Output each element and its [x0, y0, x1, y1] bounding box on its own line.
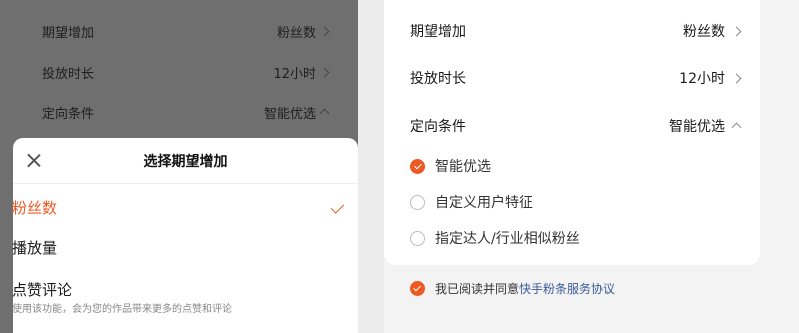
- row-label: 投放时长: [410, 71, 466, 87]
- chevron-right-icon: [731, 73, 742, 83]
- bg-row-label: 定向条件: [42, 106, 95, 122]
- bg-row-label: 投放时长: [42, 66, 95, 82]
- bg-row-targeting[interactable]: 定向条件 智能优选: [0, 92, 358, 132]
- radio-unchecked-icon: [410, 230, 425, 246]
- agreement-row[interactable]: 我已阅读并同意快手粉条服务协议: [410, 280, 615, 297]
- radio-similar[interactable]: 指定达人/行业相似粉丝: [410, 228, 580, 248]
- option-likes-comments[interactable]: 点赞评论: [12, 279, 72, 300]
- right-panel: 期望增加 粉丝数 投放时长 12小时 定向条件 智能优选 智能优选 自定义用户特…: [384, 0, 799, 333]
- agreement-checkbox-icon[interactable]: [410, 281, 425, 296]
- row-label: 期望增加: [410, 24, 466, 40]
- row-duration[interactable]: 投放时长 12小时: [410, 68, 742, 88]
- chevron-up-icon: [731, 122, 742, 133]
- chevron-up-icon: [319, 108, 330, 119]
- radio-smart[interactable]: 智能优选: [410, 156, 491, 176]
- bg-row-expect[interactable]: 期望增加 粉丝数: [0, 11, 358, 51]
- left-panel: 期望增加 粉丝数 投放时长 12小时 定向条件 智能优选 选择期望增加 粉丝数 …: [0, 0, 358, 333]
- radio-checked-icon: [410, 158, 425, 174]
- radio-custom[interactable]: 自定义用户特征: [410, 192, 533, 212]
- sheet-header: 选择期望增加: [13, 138, 358, 184]
- chevron-right-icon: [731, 26, 742, 36]
- row-expect[interactable]: 期望增加 粉丝数: [410, 21, 742, 41]
- row-label: 定向条件: [410, 119, 466, 135]
- row-targeting[interactable]: 定向条件 智能优选: [410, 116, 742, 136]
- agreement-text: 我已阅读并同意: [435, 282, 520, 296]
- option-fans[interactable]: 粉丝数: [12, 197, 57, 218]
- settings-card: 期望增加 粉丝数 投放时长 12小时 定向条件 智能优选 智能优选 自定义用户特…: [384, 0, 760, 265]
- option-plays[interactable]: 播放量: [12, 237, 57, 258]
- radio-unchecked-icon: [410, 194, 425, 210]
- bg-row-value: 智能优选: [263, 106, 316, 122]
- bg-row-duration[interactable]: 投放时长 12小时: [0, 52, 358, 92]
- chevron-right-icon: [319, 26, 330, 36]
- radio-label: 自定义用户特征: [435, 195, 533, 211]
- bg-row-value: 粉丝数: [276, 25, 316, 41]
- row-value: 智能优选: [669, 119, 725, 135]
- bg-row-value: 12小时: [273, 66, 316, 82]
- radio-label: 指定达人/行业相似粉丝: [435, 231, 580, 247]
- close-icon[interactable]: [27, 153, 41, 167]
- sheet-title: 选择期望增加: [143, 153, 228, 170]
- radio-label: 智能优选: [435, 159, 491, 175]
- agreement-link[interactable]: 快手粉条服务协议: [519, 282, 615, 296]
- row-value: 粉丝数: [683, 24, 725, 40]
- chevron-right-icon: [319, 67, 330, 77]
- bg-row-label: 期望增加: [42, 25, 95, 41]
- row-value: 12小时: [679, 71, 725, 87]
- option-likes-subtitle: 使用该功能，会为您的作品带来更多的点赞和评论: [12, 304, 232, 315]
